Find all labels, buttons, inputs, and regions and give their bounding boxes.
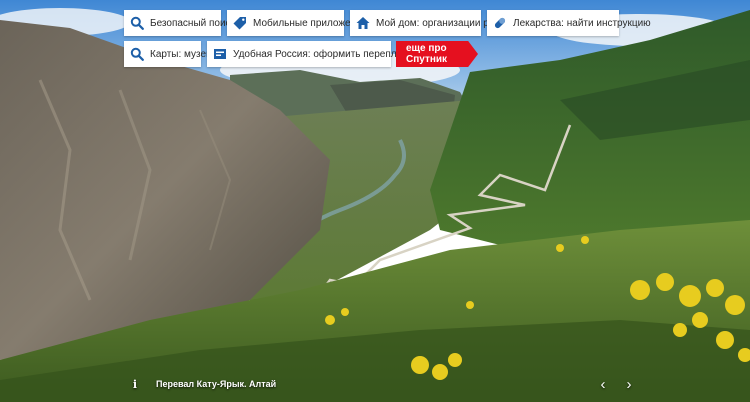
- safe-search-label: Безопасный поиск: [150, 17, 235, 29]
- more-about-sputnik-label: еще про Спутник: [406, 43, 448, 65]
- maps-museum-label: Карты: музеи: [150, 48, 212, 60]
- mobile-apps-link[interactable]: Мобильные приложения: [227, 10, 367, 36]
- my-home-link[interactable]: Мой дом: организации рядом: [350, 10, 512, 36]
- search-icon: [130, 16, 144, 30]
- maps-museum-link[interactable]: Карты: музеи: [124, 41, 212, 67]
- medicines-label: Лекарства: найти инструкцию: [513, 17, 651, 29]
- map-pin-icon: [130, 47, 144, 61]
- convenient-russia-link[interactable]: Удобная Россия: оформить перепланировку: [207, 41, 439, 67]
- safe-search-link[interactable]: Безопасный поиск: [124, 10, 235, 36]
- medicines-link[interactable]: Лекарства: найти инструкцию: [487, 10, 651, 36]
- next-photo-button[interactable]: ›: [619, 372, 639, 396]
- photo-caption-bar: i Перевал Кату-Ярык. Алтай: [124, 372, 276, 396]
- tag-icon: [233, 16, 247, 30]
- more-about-sputnik-button[interactable]: еще про Спутник: [396, 41, 478, 67]
- home-icon: [356, 16, 370, 30]
- previous-photo-button[interactable]: ‹: [593, 372, 613, 396]
- photo-caption: Перевал Кату-Ярык. Алтай: [156, 379, 277, 389]
- gosuslugi-icon: [213, 47, 227, 61]
- chevron-right-icon: ›: [626, 375, 632, 393]
- info-icon[interactable]: i: [124, 378, 146, 391]
- pill-icon: [493, 16, 507, 30]
- chevron-left-icon: ‹: [600, 375, 606, 393]
